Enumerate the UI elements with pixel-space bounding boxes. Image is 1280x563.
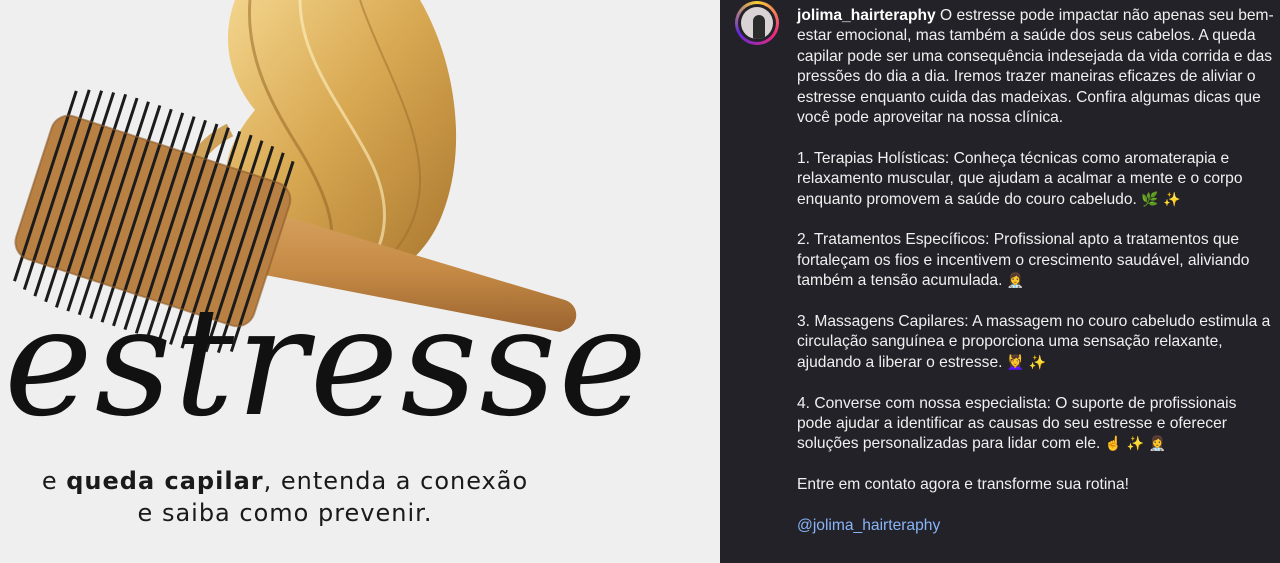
post-tagline: e queda capilar, entenda a conexão e sai… — [0, 465, 570, 529]
tip-4-text: 4. Converse com nossa especialista: O su… — [797, 394, 1237, 453]
post-image[interactable]: estresse e queda capilar, entenda a cone… — [0, 0, 720, 563]
tip-1-emojis: 🌿 ✨ — [1141, 191, 1181, 208]
tip-2: 2. Tratamentos Específicos: Profissional… — [797, 230, 1275, 291]
caption-intro: jolima_hairteraphy O estresse pode impac… — [797, 6, 1275, 128]
tip-3-emojis: 💆‍♀️ ✨ — [1006, 354, 1047, 371]
tagline-line1-rest: , entenda a conexão — [263, 467, 529, 495]
tip-1: 1. Terapias Holísticas: Conheça técnicas… — [797, 149, 1275, 210]
avatar-frame — [738, 4, 776, 42]
mention-link[interactable]: @jolima_hairteraphy — [797, 517, 940, 534]
caption-panel: jolima_hairteraphy O estresse pode impac… — [720, 0, 1280, 563]
headline-word: estresse — [4, 276, 650, 450]
avatar[interactable] — [735, 1, 779, 45]
caption-intro-text: O estresse pode impactar não apenas seu … — [797, 7, 1274, 127]
tip-3: 3. Massagens Capilares: A massagem no co… — [797, 312, 1275, 373]
tagline-line2: e saiba como prevenir. — [137, 499, 433, 527]
caption-text: jolima_hairteraphy O estresse pode impac… — [797, 6, 1275, 536]
tip-4: 4. Converse com nossa especialista: O su… — [797, 394, 1275, 455]
avatar-photo — [741, 7, 773, 39]
tip-4-emojis: ☝️ ✨ 👩‍⚕️ — [1104, 436, 1166, 453]
caption-cta: Entre em contato agora e transforme sua … — [797, 476, 1129, 494]
tip-2-emojis: 👩‍⚕️ — [1006, 273, 1025, 290]
tagline-prefix: e — [41, 467, 67, 495]
username-link[interactable]: jolima_hairteraphy — [797, 7, 936, 24]
instagram-post-view: estresse e queda capilar, entenda a cone… — [0, 0, 1280, 563]
tagline-bold: queda capilar — [66, 467, 264, 495]
